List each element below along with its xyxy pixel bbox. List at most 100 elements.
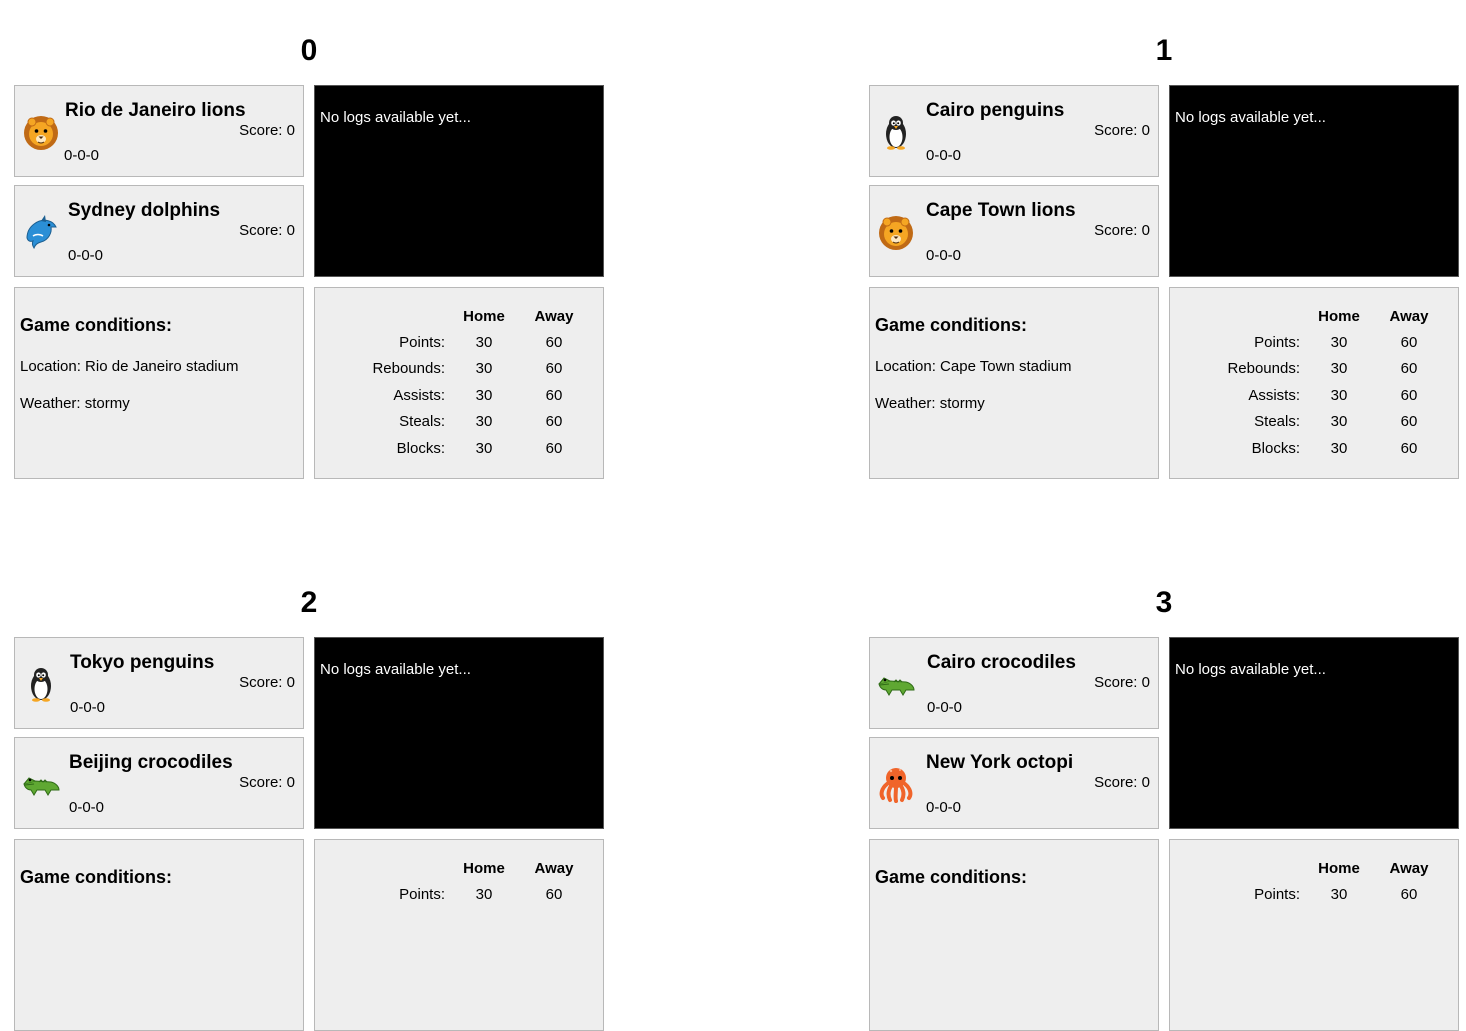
score-value: 0 [1141, 674, 1150, 691]
stat-away-value: 60 [1400, 360, 1418, 377]
away-column-header: Away [1389, 860, 1429, 877]
team-score: Score: 0 [1094, 774, 1150, 791]
away-team-card[interactable]: Cape Town lions Score: 0 0-0-0 [869, 185, 1159, 277]
team-record: 0-0-0 [926, 147, 962, 164]
stat-label: Assists: [393, 387, 445, 404]
away-column-header: Away [534, 308, 574, 325]
stat-home-value: 30 [1330, 387, 1348, 404]
stats-table: Home Away Points: 30 60 [1169, 839, 1459, 1031]
team-name: Tokyo penguins [70, 652, 215, 673]
penguin-icon [876, 112, 916, 152]
game-conditions: Game conditions: [869, 839, 1159, 1031]
team-name: Beijing crocodiles [69, 752, 233, 773]
home-team-card[interactable]: Rio de Janeiro lions Score: 0 0-0-0 [14, 85, 304, 177]
stat-home-value: 30 [1330, 886, 1348, 903]
stat-label: Rebounds: [372, 360, 445, 377]
team-name: Rio de Janeiro lions [65, 100, 246, 121]
score-label: Score: [1094, 674, 1142, 691]
log-text: No logs available yet... [320, 661, 471, 678]
game-conditions: Game conditions: Location: Cape Town stad… [869, 287, 1159, 479]
log-text: No logs available yet... [1175, 661, 1326, 678]
stats-row: Assists: 30 60 [1170, 387, 1458, 407]
stats-table: Home Away Points: 30 60 [314, 839, 604, 1031]
team-score: Score: 0 [239, 222, 295, 239]
conditions-title: Game conditions: [20, 315, 173, 335]
weather-label: Weather: [20, 395, 85, 412]
game-number: 1 [1155, 34, 1173, 67]
stats-row: Points: 30 60 [315, 334, 603, 354]
weather-label: Weather: [875, 395, 940, 412]
team-record: 0-0-0 [68, 247, 104, 264]
conditions-title: Game conditions: [20, 867, 173, 887]
penguin-icon [21, 664, 61, 704]
stats-row: Rebounds: 30 60 [315, 360, 603, 380]
game-log: No logs available yet... [1169, 85, 1459, 277]
stat-label: Points: [1254, 334, 1300, 351]
stats-row: Assists: 30 60 [315, 387, 603, 407]
stat-label: Points: [399, 334, 445, 351]
score-label: Score: [239, 122, 287, 139]
weather-line: Weather: stormy [875, 395, 985, 412]
score-value: 0 [286, 674, 295, 691]
team-record: 0-0-0 [70, 699, 106, 716]
stat-away-value: 60 [1400, 387, 1418, 404]
score-value: 0 [1141, 122, 1150, 139]
log-text: No logs available yet... [1175, 109, 1326, 126]
score-label: Score: [239, 222, 287, 239]
game-conditions: Game conditions: [14, 839, 304, 1031]
stat-home-value: 30 [475, 360, 493, 377]
team-name: Cairo crocodiles [927, 652, 1076, 673]
stats-row: Points: 30 60 [1170, 334, 1458, 354]
stat-home-value: 30 [475, 440, 493, 457]
game-number: 2 [300, 586, 318, 619]
stats-table: Home Away Points: 30 60 Rebounds: 30 60 Assists:… [314, 287, 604, 479]
stat-label: Rebounds: [1227, 360, 1300, 377]
stats-row: Steals: 30 60 [315, 413, 603, 433]
stat-away-value: 60 [1400, 440, 1418, 457]
home-team-card[interactable]: Cairo crocodiles Score: 0 0-0-0 [869, 637, 1159, 729]
team-record: 0-0-0 [926, 247, 962, 264]
stat-away-value: 60 [1400, 413, 1418, 430]
game-number: 3 [1155, 586, 1173, 619]
location-value: Cape Town stadium [940, 358, 1072, 375]
conditions-title: Game conditions: [875, 315, 1028, 335]
stat-home-value: 30 [475, 413, 493, 430]
stat-home-value: 30 [475, 334, 493, 351]
away-team-card[interactable]: Sydney dolphins Score: 0 0-0-0 [14, 185, 304, 277]
home-column-header: Home [1318, 308, 1360, 325]
stats-row: Points: 30 60 [1170, 886, 1458, 906]
home-column-header: Home [463, 308, 505, 325]
home-team-card[interactable]: Tokyo penguins Score: 0 0-0-0 [14, 637, 304, 729]
team-score: Score: 0 [1094, 674, 1150, 691]
stat-home-value: 30 [1330, 334, 1348, 351]
score-value: 0 [286, 122, 295, 139]
stats-row: Points: 30 60 [315, 886, 603, 906]
away-column-header: Away [534, 860, 574, 877]
lion-icon [876, 212, 916, 252]
score-label: Score: [1094, 774, 1142, 791]
game-number: 0 [300, 34, 318, 67]
score-label: Score: [1094, 222, 1142, 239]
stats-row: Blocks: 30 60 [1170, 440, 1458, 460]
home-column-header: Home [463, 860, 505, 877]
home-team-card[interactable]: Cairo penguins Score: 0 0-0-0 [869, 85, 1159, 177]
stats-table: Home Away Points: 30 60 Rebounds: 30 60 Assists:… [1169, 287, 1459, 479]
stat-label: Blocks: [1251, 440, 1300, 457]
team-score: Score: 0 [1094, 122, 1150, 139]
stat-label: Assists: [1248, 387, 1300, 404]
team-record: 0-0-0 [926, 799, 962, 816]
stat-away-value: 60 [545, 413, 563, 430]
game-conditions: Game conditions: Location: Rio de Janeiro… [14, 287, 304, 479]
team-score: Score: 0 [239, 674, 295, 691]
stats-header: Home Away [1170, 860, 1458, 880]
team-record: 0-0-0 [927, 699, 963, 716]
away-team-card[interactable]: Beijing crocodiles Score: 0 0-0-0 [14, 737, 304, 829]
weather-value: stormy [939, 395, 985, 412]
team-name: Cape Town lions [926, 200, 1076, 221]
stat-home-value: 30 [1330, 440, 1348, 457]
away-team-card[interactable]: New York octopi Score: 0 0-0-0 [869, 737, 1159, 829]
stat-away-value: 60 [1400, 886, 1418, 903]
location-line: Location: Cape Town stadium [875, 358, 1072, 375]
location-value: Rio de Janeiro stadium [85, 358, 239, 375]
team-record: 0-0-0 [69, 799, 105, 816]
